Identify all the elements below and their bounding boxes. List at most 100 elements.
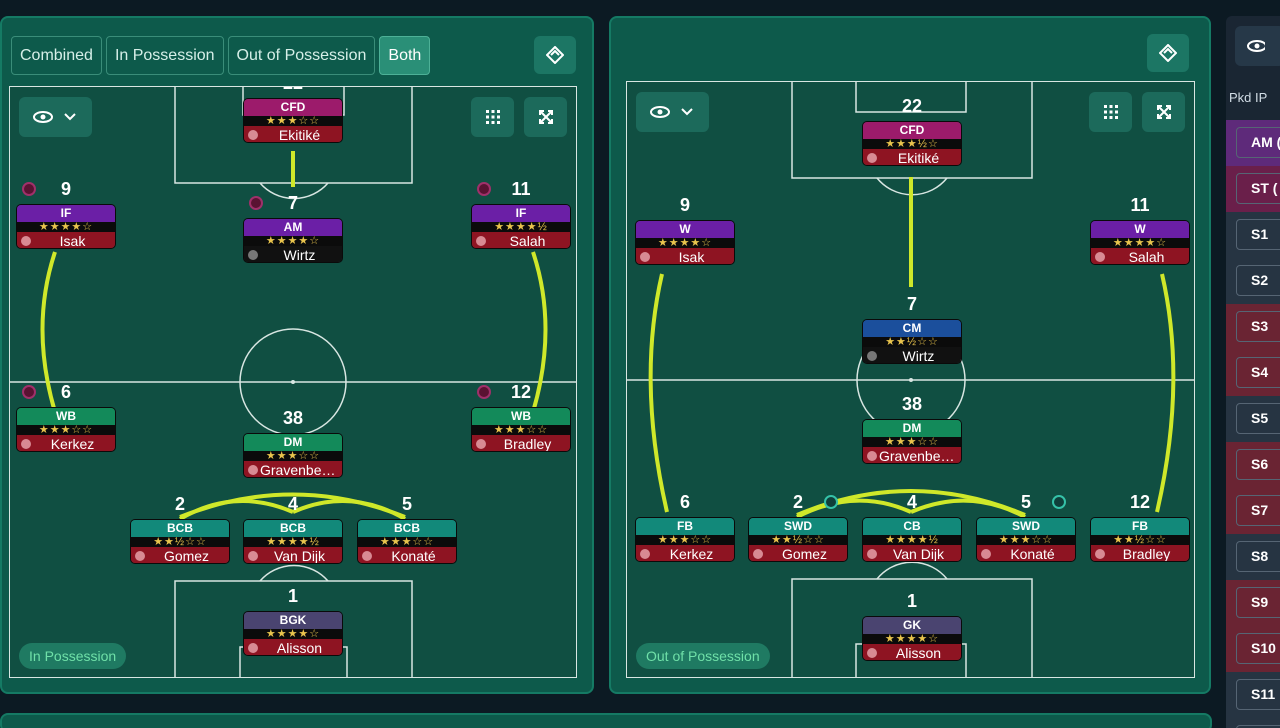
expand-icon	[1156, 105, 1171, 119]
player-status-icon	[1095, 549, 1105, 559]
player-name: Wirtz	[863, 347, 961, 364]
player-name-text: Van Dijk	[892, 546, 945, 562]
role-label: IF	[472, 205, 570, 222]
player-card-if-r[interactable]: IF ★★★★½ Salah	[471, 204, 571, 249]
player-name: Gomez	[749, 545, 847, 561]
shirt-number: 9	[679, 195, 690, 215]
slot-button[interactable]: AM (	[1236, 127, 1280, 158]
player-name: Isak	[636, 248, 734, 264]
expand-button[interactable]	[524, 97, 567, 137]
player-card-cfd[interactable]: CFD ★★★½☆ Ekitiké	[862, 121, 962, 166]
sidebar-slot: S1	[1226, 718, 1280, 728]
role-label: DM	[244, 434, 342, 451]
player-name: Wirtz	[244, 246, 342, 262]
player-card-wb-l[interactable]: WB ★★★☆☆ Kerkez	[16, 407, 116, 452]
player-card-w-r[interactable]: W ★★★★☆ Salah	[1090, 220, 1190, 265]
player-card-dm[interactable]: DM ★★★☆☆ Gravenber…	[243, 433, 343, 478]
slot-button[interactable]: S8	[1236, 541, 1280, 572]
role-rating-stars: ★★½☆☆	[131, 537, 229, 547]
role-label: BGK	[244, 612, 342, 629]
player-card-bcb-r[interactable]: BCB ★★★☆☆ Konaté	[357, 519, 457, 564]
player-card-fb-l[interactable]: FB ★★★☆☆ Kerkez	[635, 517, 735, 562]
player-card-cb[interactable]: CB ★★★★½ Van Dijk	[862, 517, 962, 562]
player-card-wb-r[interactable]: WB ★★★☆☆ Bradley	[471, 407, 571, 452]
player-card-gk[interactable]: GK ★★★★☆ Alisson	[862, 616, 962, 661]
shirt-number: 1	[287, 586, 298, 606]
slot-button[interactable]: S11	[1236, 679, 1280, 710]
expand-icon	[538, 110, 553, 124]
tab-in-possession[interactable]: In Possession	[105, 36, 224, 75]
player-status-icon	[248, 130, 258, 140]
shirt-number: 2	[174, 494, 185, 514]
player-card-swd-r[interactable]: SWD ★★★☆☆ Konaté	[976, 517, 1076, 562]
shirt-number: 4	[287, 494, 298, 514]
slot-button[interactable]: S3	[1236, 311, 1280, 342]
tab-both[interactable]: Both	[379, 36, 431, 75]
sidebar-visibility-button[interactable]	[1235, 26, 1280, 66]
slot-button[interactable]: S7	[1236, 495, 1280, 526]
player-status-icon	[753, 549, 763, 559]
tab-combined[interactable]: Combined	[11, 36, 102, 75]
grid-view-button-right[interactable]	[1089, 92, 1132, 132]
player-trait-icon	[477, 385, 491, 399]
picked-players-sidebar: Pkd IP AM ( ST ( S1 S2 S3 S4 S5 S6 S7 S8 S9 S10 S11 S…	[1226, 16, 1280, 728]
shirt-number: 9	[60, 179, 71, 199]
player-name: Bradley	[1091, 545, 1189, 561]
eye-icon	[32, 111, 76, 123]
expand-button-right[interactable]	[1142, 92, 1185, 132]
slot-button[interactable]: S6	[1236, 449, 1280, 480]
grid-icon	[485, 110, 500, 124]
role-rating-stars: ★★★½☆	[863, 139, 961, 149]
player-card-swd-l[interactable]: SWD ★★½☆☆ Gomez	[748, 517, 848, 562]
role-label: CB	[863, 518, 961, 535]
role-rating-stars: ★★★★☆	[17, 222, 115, 232]
slot-button[interactable]: ST (	[1236, 173, 1280, 204]
sidebar-slot: S11	[1226, 672, 1280, 718]
role-label: IF	[17, 205, 115, 222]
swap-layout-button-right[interactable]	[1147, 34, 1189, 72]
player-card-if-l[interactable]: IF ★★★★☆ Isak	[16, 204, 116, 249]
player-card-am[interactable]: AM ★★★★☆ Wirtz	[243, 218, 343, 263]
player-status-icon	[248, 250, 258, 260]
sidebar-slot: S1	[1226, 212, 1280, 258]
player-card-w-l[interactable]: W ★★★★☆ Isak	[635, 220, 735, 265]
out-of-possession-pitch: Out of Possession 22 CFD ★★★½☆ Ekitiké 9 W ★★★…	[626, 81, 1195, 678]
role-rating-stars: ★★★★☆	[1091, 238, 1189, 248]
in-possession-pitch: In Possession 22CFD★★★☆☆Ekitiké7AM★★★★☆W…	[9, 86, 577, 678]
swap-layout-button[interactable]	[534, 36, 576, 74]
player-card-bcb-l[interactable]: BCB ★★½☆☆ Gomez	[130, 519, 230, 564]
role-rating-stars: ★★★☆☆	[472, 425, 570, 435]
tactics-screen: Combined In Possession Out of Possession…	[0, 0, 1280, 728]
role-label: CM	[863, 320, 961, 337]
player-name: Gravenber…	[244, 461, 342, 477]
player-name-text: Wirtz	[902, 348, 935, 364]
slot-button[interactable]: S9	[1236, 587, 1280, 618]
slot-button[interactable]: S2	[1236, 265, 1280, 296]
player-name: Alisson	[244, 639, 342, 655]
player-name-text: Salah	[1128, 249, 1165, 265]
player-card-dm[interactable]: DM ★★★☆☆ Gravenber…	[862, 419, 962, 464]
player-status-icon	[640, 549, 650, 559]
slot-button[interactable]: S4	[1236, 357, 1280, 388]
eye-icon	[1247, 40, 1267, 52]
player-card-bgk[interactable]: BGK ★★★★☆ Alisson	[243, 611, 343, 656]
player-card-fb-r[interactable]: FB ★★½☆☆ Bradley	[1090, 517, 1190, 562]
role-rating-stars: ★★½☆☆	[863, 337, 961, 347]
tab-out-of-possession[interactable]: Out of Possession	[227, 36, 376, 75]
role-rating-stars: ★★★★☆	[636, 238, 734, 248]
player-card-cfd[interactable]: CFD ★★★☆☆ Ekitiké	[243, 98, 343, 143]
player-name: Kerkez	[636, 545, 734, 561]
player-card-bcb-c[interactable]: BCB ★★★★½ Van Dijk	[243, 519, 343, 564]
grid-view-button[interactable]	[471, 97, 514, 137]
visibility-dropdown-right[interactable]	[636, 92, 709, 132]
picked-in-possession-label: Pkd IP	[1229, 90, 1268, 105]
sidebar-slot: S5	[1226, 396, 1280, 442]
player-name-text: Ekitiké	[897, 150, 940, 166]
player-card-cm[interactable]: CM ★★½☆☆ Wirtz	[862, 319, 962, 364]
view-mode-tabs: Combined In Possession Out of Possession…	[11, 36, 431, 75]
slot-button[interactable]: S5	[1236, 403, 1280, 434]
visibility-dropdown[interactable]	[19, 97, 92, 137]
shirt-number: 12	[510, 382, 532, 402]
slot-button[interactable]: S1	[1236, 219, 1280, 250]
slot-button[interactable]: S10	[1236, 633, 1280, 664]
